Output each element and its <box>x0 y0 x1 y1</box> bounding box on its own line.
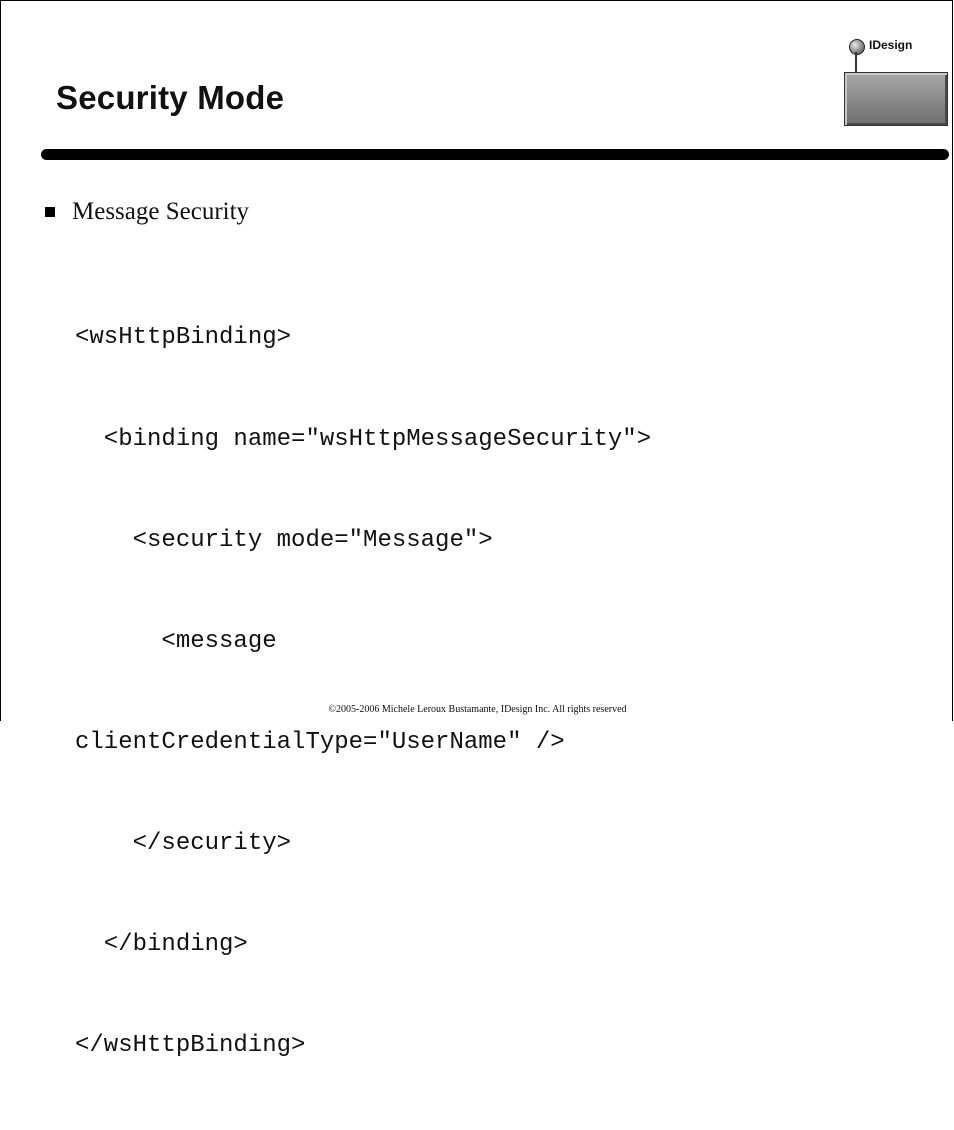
pushpin-icon <box>849 39 865 55</box>
logo-text: IDesign <box>869 38 913 52</box>
bullet-text: Message Security <box>72 198 250 225</box>
square-bullet-icon <box>45 207 55 217</box>
code-line: </binding> <box>75 930 248 958</box>
slide-title: Security Mode <box>56 79 285 116</box>
code-line: <binding name="wsHttpMessageSecurity"> <box>75 425 652 453</box>
code-block: <wsHttpBinding> <binding name="wsHttpMes… <box>75 254 651 1130</box>
title-divider <box>41 149 949 160</box>
code-line: </security> <box>75 829 292 857</box>
code-line: <security mode="Message"> <box>75 526 493 554</box>
copyright-footer: ©2005-2006 Michele Leroux Bustamante, ID… <box>328 704 627 715</box>
logo-box <box>844 72 948 126</box>
code-line: <wsHttpBinding> <box>75 324 292 352</box>
code-line: clientCredentialType="UserName" /> <box>75 728 565 756</box>
code-line: </wsHttpBinding> <box>75 1032 306 1060</box>
slide: Security Mode IDesign Message Security <… <box>0 0 953 1059</box>
code-line: <message <box>75 627 277 655</box>
idesign-logo: IDesign <box>843 35 949 127</box>
bullet-item: Message Security <box>45 198 249 226</box>
logo-stem <box>855 52 857 74</box>
